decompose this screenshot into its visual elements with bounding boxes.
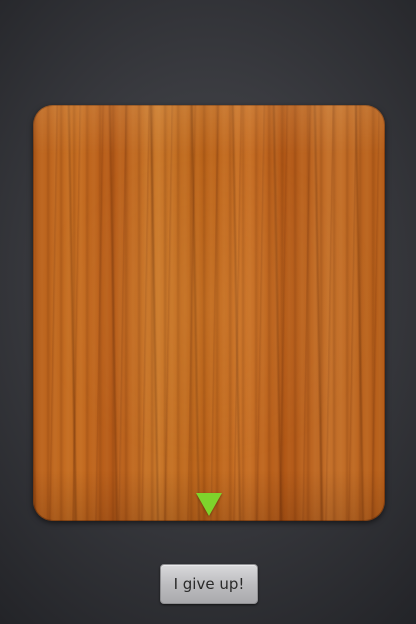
wood-board[interactable] bbox=[33, 105, 385, 521]
triangle-down-icon bbox=[196, 493, 222, 516]
give-up-button[interactable]: I give up! bbox=[160, 564, 258, 604]
